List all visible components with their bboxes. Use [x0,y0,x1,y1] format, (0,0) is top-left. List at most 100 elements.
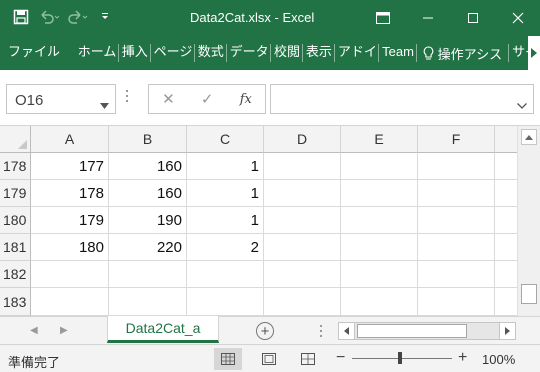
tab-review[interactable]: 校閲 [271,44,303,62]
page-break-preview-icon[interactable] [294,348,322,370]
tab-home[interactable]: ホーム [75,44,119,62]
zoom-in-button[interactable]: + [458,349,467,367]
row-header-181[interactable]: 181 [0,234,31,261]
cell-b183[interactable] [109,288,187,316]
cell-c181[interactable]: 2 [187,234,264,261]
name-box[interactable]: O16 [6,84,116,114]
cell-g181[interactable] [495,234,517,261]
scroll-left-icon[interactable] [339,323,355,339]
cell-b180[interactable]: 190 [109,207,187,234]
vertical-scroll-thumb[interactable] [521,284,537,304]
cell-c178[interactable]: 1 [187,153,264,180]
expand-formula-bar-icon[interactable] [517,96,527,114]
sheet-tab-active[interactable]: Data2Cat_a [107,316,219,343]
cell-d180[interactable] [264,207,341,234]
vertical-scrollbar[interactable] [517,126,540,316]
cell-a183[interactable] [31,288,109,316]
zoom-level[interactable]: 100% [482,352,515,367]
column-header-g-partial[interactable] [495,126,517,153]
row-header-182[interactable]: 182 [0,261,31,288]
minimize-button[interactable] [405,0,450,36]
ribbon-scroll-right-icon[interactable] [528,36,540,70]
tab-formulas[interactable]: 数式 [195,44,227,62]
undo-icon[interactable] [38,6,60,28]
cell-a178[interactable]: 177 [31,153,109,180]
cell-c183[interactable] [187,288,264,316]
cell-c180[interactable]: 1 [187,207,264,234]
formula-bar-splitter[interactable] [126,90,130,102]
cell-f178[interactable] [418,153,495,180]
row-header-183[interactable]: 183 [0,288,31,316]
sheet-next-icon[interactable]: ▶ [60,325,68,336]
row-header-180[interactable]: 180 [0,207,31,234]
cell-d183[interactable] [264,288,341,316]
cell-b178[interactable]: 160 [109,153,187,180]
cell-f182[interactable] [418,261,495,288]
cancel-icon[interactable]: ✕ [162,90,175,108]
page-layout-view-icon[interactable] [255,348,283,370]
cell-d181[interactable] [264,234,341,261]
zoom-slider-track[interactable] [352,358,452,359]
tab-data[interactable]: データ [227,44,272,62]
cell-g179[interactable] [495,180,517,207]
cell-f181[interactable] [418,234,495,261]
tab-splitter[interactable] [320,325,322,337]
scroll-right-icon[interactable] [499,323,515,339]
tab-insert[interactable]: 挿入 [119,44,151,62]
tab-team[interactable]: Team [379,44,417,62]
cell-f180[interactable] [418,207,495,234]
horizontal-scroll-thumb[interactable] [357,324,467,338]
row-header-179[interactable]: 179 [0,180,31,207]
cell-e183[interactable] [341,288,418,316]
column-header-a[interactable]: A [31,126,109,153]
cell-e178[interactable] [341,153,418,180]
column-header-e[interactable]: E [341,126,418,153]
maximize-button[interactable] [450,0,495,36]
sheet-prev-icon[interactable]: ◀ [30,325,38,336]
close-button[interactable] [495,0,540,36]
cell-e182[interactable] [341,261,418,288]
cell-c179[interactable]: 1 [187,180,264,207]
column-header-d[interactable]: D [264,126,341,153]
tab-file[interactable]: ファイル [0,44,61,62]
zoom-slider-handle[interactable] [398,352,402,364]
cell-g183[interactable] [495,288,517,316]
customize-qat-icon[interactable] [94,6,116,28]
tab-view[interactable]: 表示 [303,44,335,62]
column-header-b[interactable]: B [109,126,187,153]
cell-d182[interactable] [264,261,341,288]
cell-b182[interactable] [109,261,187,288]
ribbon-display-options-button[interactable] [360,0,405,36]
save-icon[interactable] [10,6,32,28]
cell-e181[interactable] [341,234,418,261]
name-box-dropdown-icon[interactable] [100,96,109,113]
cell-g178[interactable] [495,153,517,180]
cell-f183[interactable] [418,288,495,316]
cell-f179[interactable] [418,180,495,207]
cell-a181[interactable]: 180 [31,234,109,261]
cell-e180[interactable] [341,207,418,234]
cell-d178[interactable] [264,153,341,180]
cell-b181[interactable]: 220 [109,234,187,261]
cell-a179[interactable]: 178 [31,180,109,207]
cell-a180[interactable]: 179 [31,207,109,234]
tab-addins[interactable]: アドイ [335,44,380,62]
zoom-out-button[interactable]: − [336,349,345,367]
cell-c182[interactable] [187,261,264,288]
redo-icon[interactable] [66,6,88,28]
insert-function-icon[interactable]: fx [240,92,252,107]
enter-icon[interactable]: ✓ [201,90,214,108]
horizontal-scrollbar[interactable] [338,322,516,340]
normal-view-icon[interactable] [214,348,242,370]
select-all-button[interactable] [0,126,31,153]
cell-g182[interactable] [495,261,517,288]
add-sheet-icon[interactable]: + [256,322,274,340]
column-header-c[interactable]: C [187,126,264,153]
formula-input[interactable] [270,84,534,114]
scroll-up-icon[interactable] [521,129,537,145]
cell-e179[interactable] [341,180,418,207]
cell-d179[interactable] [264,180,341,207]
row-header-178[interactable]: 178 [0,153,31,180]
tab-page-layout[interactable]: ページ [151,44,195,62]
cell-a182[interactable] [31,261,109,288]
